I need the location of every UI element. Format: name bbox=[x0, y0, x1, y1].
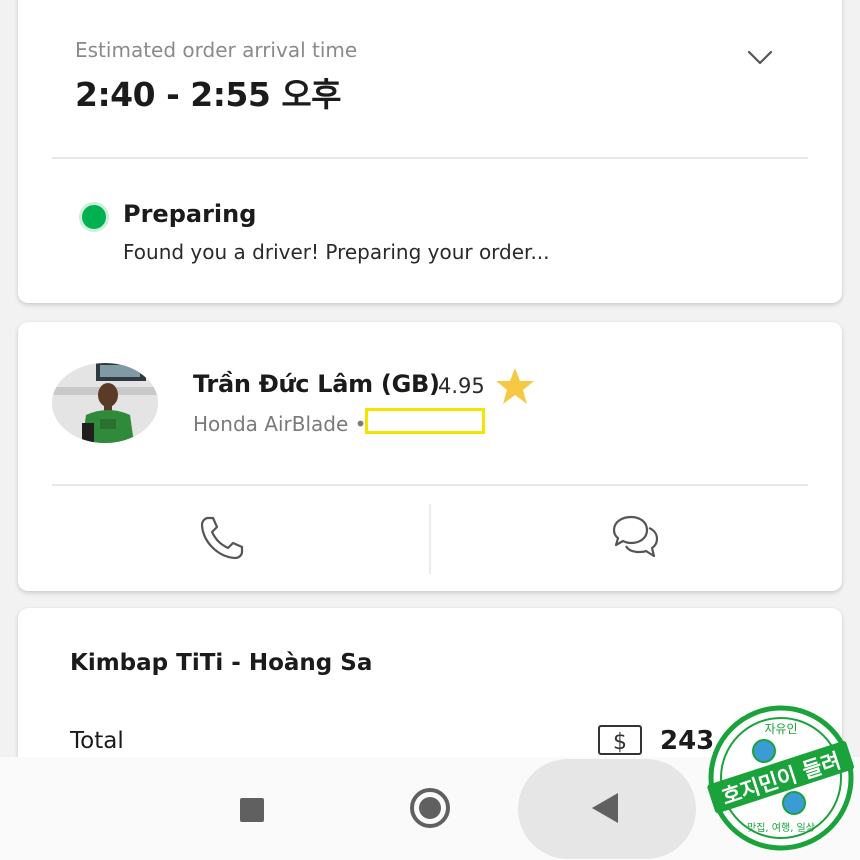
action-separator bbox=[429, 504, 431, 574]
driver-avatar[interactable] bbox=[52, 363, 158, 443]
status-dot-icon bbox=[79, 202, 109, 232]
watermark-top-text: 자유인 bbox=[764, 722, 797, 736]
watermark-bottom-text: 맛집, 여행, 일상 bbox=[747, 822, 815, 834]
status-description: Found you a driver! Preparing your order… bbox=[123, 240, 550, 264]
chevron-down-icon[interactable] bbox=[745, 46, 775, 68]
triangle-back-icon[interactable] bbox=[592, 793, 618, 823]
phone-icon[interactable] bbox=[196, 512, 248, 564]
status-title: Preparing bbox=[123, 200, 257, 228]
cash-icon: $ bbox=[598, 725, 642, 755]
circle-icon[interactable] bbox=[410, 788, 450, 828]
shop-name: Kimbap TiTi - Hoàng Sa bbox=[70, 650, 373, 676]
star-icon bbox=[496, 368, 534, 404]
eta-divider bbox=[52, 157, 808, 159]
driver-name: Trần Đức Lâm (GB) bbox=[193, 370, 440, 398]
square-icon[interactable] bbox=[240, 798, 264, 822]
driver-rating: 4.95 bbox=[438, 374, 485, 398]
chat-bubbles-icon[interactable] bbox=[608, 512, 660, 564]
driver-divider bbox=[52, 484, 808, 486]
total-label: Total bbox=[70, 728, 124, 754]
svg-text:$: $ bbox=[613, 730, 627, 755]
eta-time: 2:40 - 2:55 오후 bbox=[75, 75, 342, 114]
driver-card: Trần Đức Lâm (GB) 4.95 Honda AirBlade • bbox=[18, 322, 842, 591]
eta-label: Estimated order arrival time bbox=[75, 38, 358, 62]
vehicle-info: Honda AirBlade • bbox=[193, 412, 367, 436]
plate-highlight-box bbox=[365, 408, 485, 434]
watermark-stamp: 자유인 호지민이 들려 맛집, 여행, 일상 bbox=[707, 705, 854, 851]
eta-card: Estimated order arrival time 2:40 - 2:55… bbox=[18, 0, 842, 303]
